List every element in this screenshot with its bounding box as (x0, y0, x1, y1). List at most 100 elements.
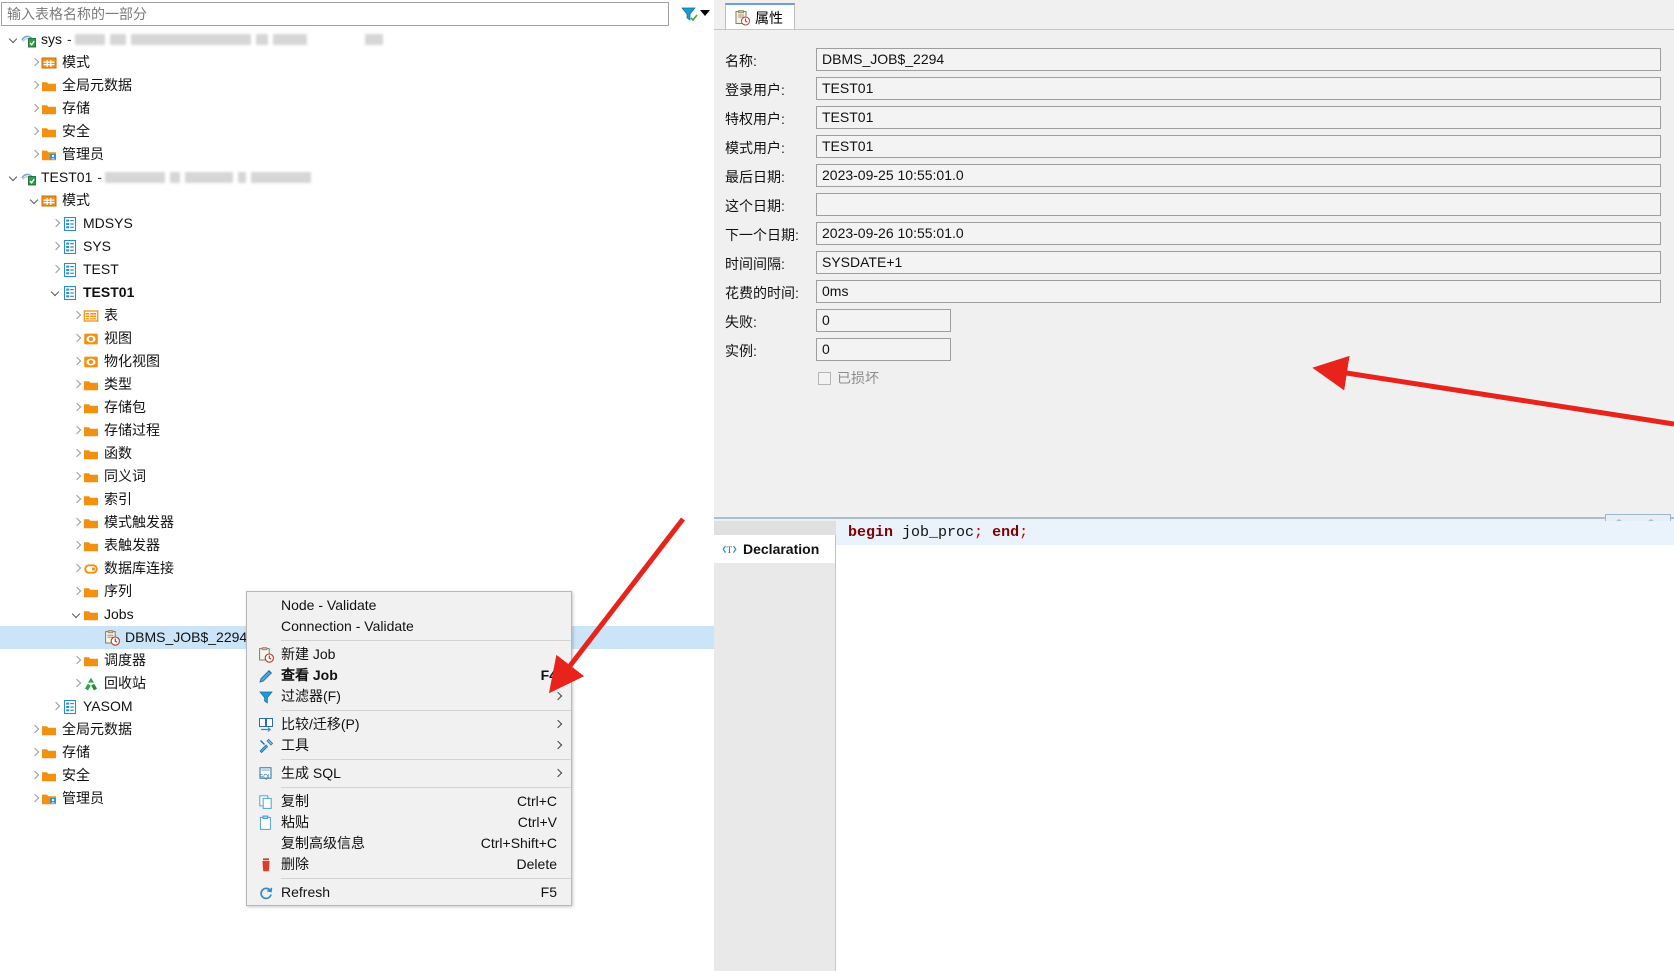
sql-editor[interactable]: begin job_proc; end; (836, 521, 1674, 971)
property-value-field[interactable]: TEST01 (816, 135, 1661, 158)
property-value-field[interactable]: 0 (816, 338, 951, 361)
tree-node[interactable]: 全局元数据 (0, 74, 714, 97)
tree-node[interactable]: 管理员 (0, 143, 714, 166)
menu-item-7[interactable]: 比较/迁移(P) (247, 714, 571, 735)
menu-item-14[interactable]: 复制高级信息 Ctrl+Shift+C (247, 833, 571, 854)
tree-node[interactable]: 安全 (0, 120, 714, 143)
tree-twisty-collapsed-icon[interactable] (28, 51, 41, 74)
context-menu[interactable]: Node - Validate Connection - Validate 新建 J… (246, 591, 572, 906)
tree-node[interactable]: 物化视图 (0, 350, 714, 373)
tree-twisty-collapsed-icon[interactable] (70, 373, 83, 396)
tree-twisty-collapsed-icon[interactable] (70, 396, 83, 419)
tree-twisty-collapsed-icon[interactable] (49, 258, 62, 281)
property-value-field[interactable]: 2023-09-25 10:55:01.0 (816, 164, 1661, 187)
tree-twisty-collapsed-icon[interactable] (70, 327, 83, 350)
tree-node[interactable]: 模式 (0, 189, 714, 212)
tree-twisty-collapsed-icon[interactable] (70, 465, 83, 488)
tree-twisty-collapsed-icon[interactable] (28, 120, 41, 143)
property-value-field[interactable] (816, 193, 1661, 216)
menu-separator (281, 710, 571, 711)
menu-item-10[interactable]: SQL 生成 SQL (247, 763, 571, 784)
property-value-field[interactable]: SYSDATE+1 (816, 251, 1661, 274)
tree-node[interactable]: 索引 (0, 488, 714, 511)
tree-twisty-expanded-icon[interactable] (70, 603, 83, 626)
tree-twisty-expanded-icon[interactable] (28, 189, 41, 212)
menu-item-0[interactable]: Node - Validate (247, 595, 571, 616)
tree-node[interactable]: 表 (0, 304, 714, 327)
tree-filter-input[interactable] (1, 2, 669, 26)
tree-twisty-collapsed-icon[interactable] (70, 580, 83, 603)
tree-twisty-collapsed-icon[interactable] (28, 143, 41, 166)
tree-twisty-expanded-icon[interactable] (49, 281, 62, 304)
menu-item-17[interactable]: Refresh F5 (247, 882, 571, 903)
menu-item-1[interactable]: Connection - Validate (247, 616, 571, 637)
delete-trash-icon (258, 857, 274, 873)
tree-node[interactable]: 视图 (0, 327, 714, 350)
property-value-field[interactable]: 0ms (816, 280, 1661, 303)
menu-item-13[interactable]: 粘贴 Ctrl+V (247, 812, 571, 833)
menu-item-15[interactable]: 删除 Delete (247, 854, 571, 875)
tree-twisty-collapsed-icon[interactable] (49, 235, 62, 258)
tree-twisty-collapsed-icon[interactable] (70, 649, 83, 672)
property-value-field[interactable]: TEST01 (816, 106, 1661, 129)
tree-node[interactable]: 存储包 (0, 396, 714, 419)
menu-item-12[interactable]: 复制 Ctrl+C (247, 791, 571, 812)
tree-node[interactable]: 同义词 (0, 465, 714, 488)
menu-item-3[interactable]: 新建 Job (247, 644, 571, 665)
tree-node[interactable]: 存储过程 (0, 419, 714, 442)
tree-twisty-collapsed-icon[interactable] (70, 304, 83, 327)
menu-item-4[interactable]: 查看 Job F4 (247, 665, 571, 686)
tab-properties[interactable]: 属性 (725, 3, 795, 30)
tree-twisty-collapsed-icon[interactable] (49, 695, 62, 718)
chevron-down-icon[interactable] (700, 10, 710, 16)
tree-twisty-collapsed-icon[interactable] (70, 488, 83, 511)
tab-declaration[interactable]: T Declaration (714, 535, 836, 563)
menu-item-8[interactable]: 工具 (247, 735, 571, 756)
tree-node[interactable]: 表触发器 (0, 534, 714, 557)
property-value-field[interactable]: 0 (816, 309, 951, 332)
broken-checkbox[interactable] (818, 371, 831, 385)
tree-node[interactable]: 数据库连接 (0, 557, 714, 580)
tree-twisty-collapsed-icon[interactable] (70, 534, 83, 557)
menu-item-label: 复制高级信息 (281, 835, 365, 851)
tree-twisty-collapsed-icon[interactable] (28, 787, 41, 810)
tree-twisty-collapsed-icon[interactable] (70, 442, 83, 465)
tree-twisty-collapsed-icon[interactable] (28, 97, 41, 120)
tree-twisty-expanded-icon[interactable] (7, 28, 20, 51)
menu-item-label: 过滤器(F) (281, 688, 341, 704)
tree-node[interactable]: SYS (0, 235, 714, 258)
tree-node[interactable]: TEST01- (0, 166, 714, 189)
tree-node[interactable]: 存储 (0, 97, 714, 120)
property-value-field[interactable]: TEST01 (816, 77, 1661, 100)
tree-twisty-collapsed-icon[interactable] (70, 511, 83, 534)
tree-node[interactable]: TEST (0, 258, 714, 281)
tree-twisty-expanded-icon[interactable] (7, 166, 20, 189)
tree-twisty-collapsed-icon[interactable] (28, 741, 41, 764)
filter-icon[interactable] (679, 4, 699, 24)
menu-item-5[interactable]: 过滤器(F) (247, 686, 571, 707)
tree-node[interactable]: TEST01 (0, 281, 714, 304)
splitter-bar (714, 517, 1674, 519)
sql-editor-line[interactable]: begin job_proc; end; (836, 521, 1674, 545)
tree-node[interactable]: sys - (0, 28, 714, 51)
tree-node[interactable]: 模式 (0, 51, 714, 74)
property-value-field[interactable]: 2023-09-26 10:55:01.0 (816, 222, 1661, 245)
tree-node[interactable]: 类型 (0, 373, 714, 396)
tree-node[interactable]: 函数 (0, 442, 714, 465)
broken-checkbox-row[interactable]: 已损坏 (818, 368, 879, 388)
tree-twisty-collapsed-icon[interactable] (28, 74, 41, 97)
tree-twisty-collapsed-icon[interactable] (70, 419, 83, 442)
tree-twisty-collapsed-icon[interactable] (70, 350, 83, 373)
tree-twisty-collapsed-icon[interactable] (28, 718, 41, 741)
tree-node[interactable]: MDSYS (0, 212, 714, 235)
tree-twisty-collapsed-icon[interactable] (70, 557, 83, 580)
tree-node-label: YASOM (83, 698, 133, 714)
admin-folder-icon (41, 791, 57, 807)
property-value-field[interactable]: DBMS_JOB$_2294 (816, 48, 1661, 71)
tree-twisty-collapsed-icon[interactable] (28, 764, 41, 787)
tree-node[interactable]: 模式触发器 (0, 511, 714, 534)
tree-twisty-collapsed-icon[interactable] (49, 212, 62, 235)
tree-node-label: 类型 (104, 376, 132, 392)
sql-punct: ; (974, 524, 984, 541)
tree-twisty-collapsed-icon[interactable] (70, 672, 83, 695)
